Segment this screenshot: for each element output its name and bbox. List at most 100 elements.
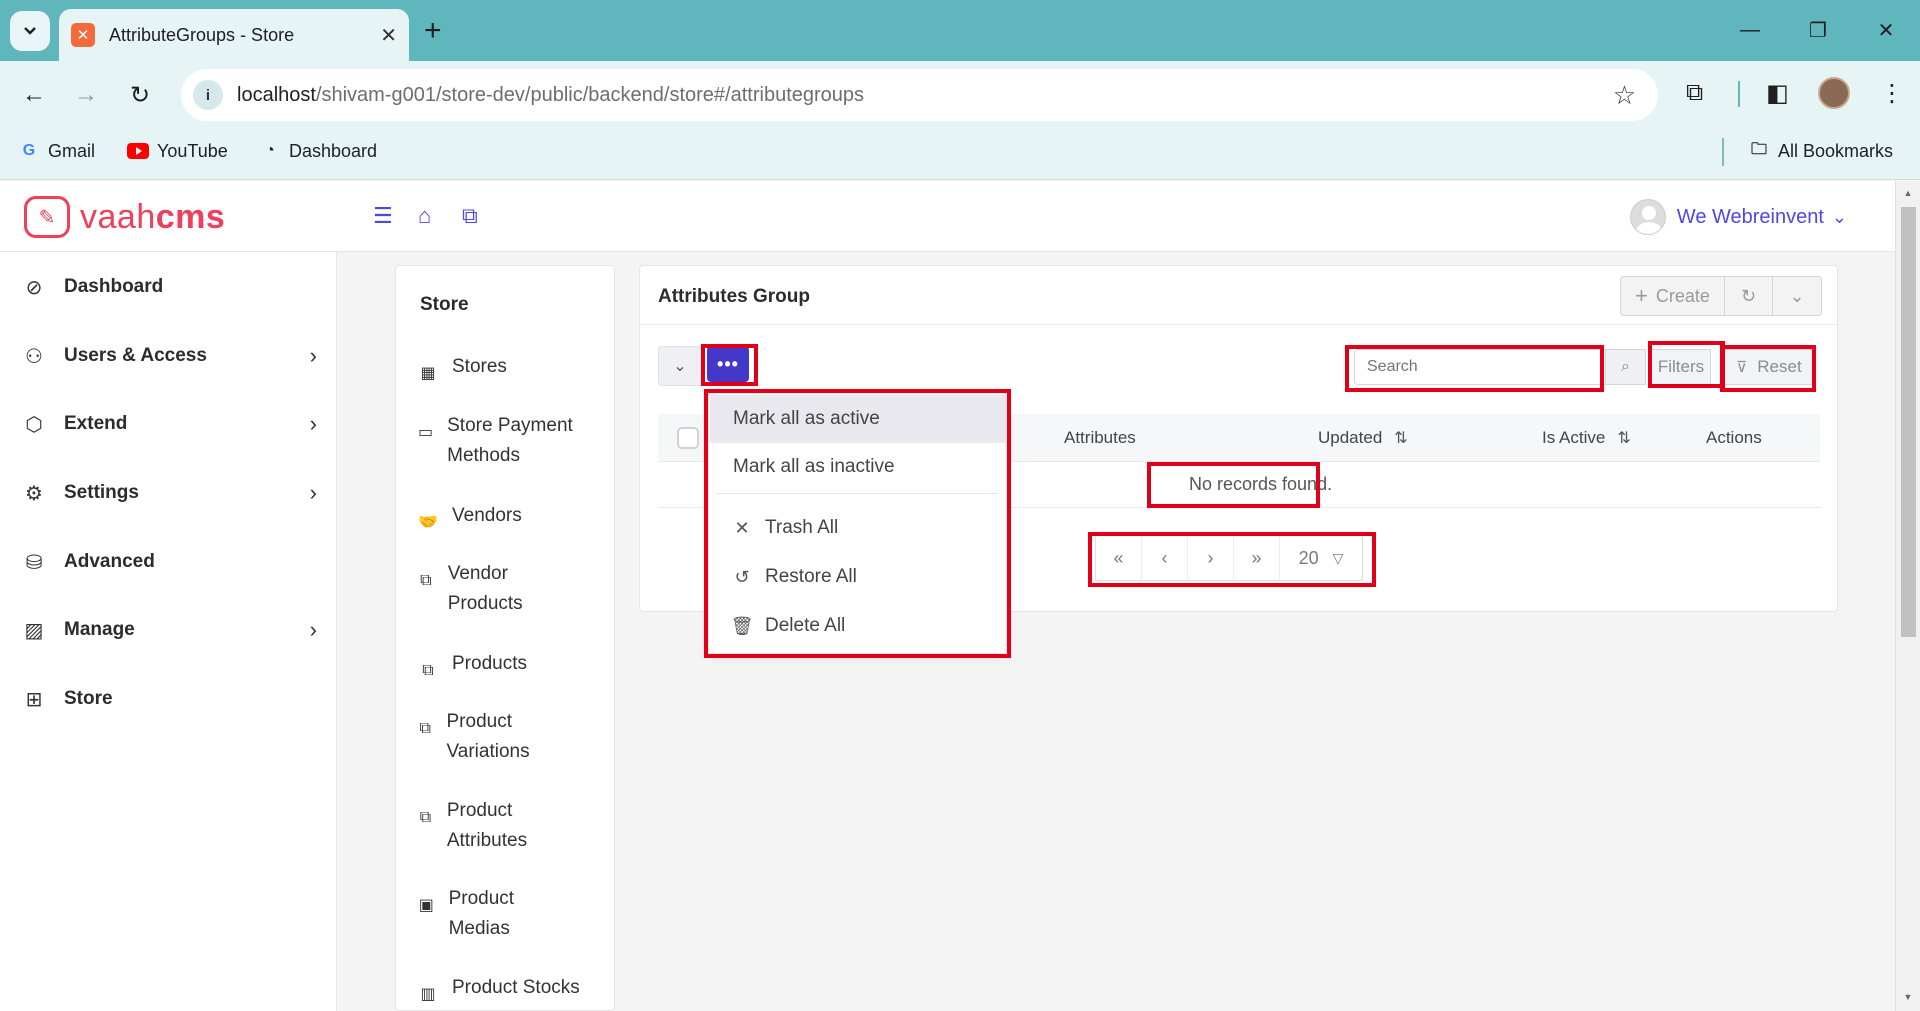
create-label: Create bbox=[1655, 285, 1710, 306]
menu-item-trash-all[interactable]: ✕ Trash All bbox=[710, 504, 1007, 552]
store-menu-vendors[interactable]: 🤝 Vendors bbox=[418, 501, 522, 538]
store-menu-product-medias[interactable]: ▣ Product Medias bbox=[418, 884, 558, 944]
menu-item-restore-all[interactable]: ↺ Restore All bbox=[710, 553, 1007, 601]
last-page-button[interactable]: » bbox=[1234, 536, 1280, 580]
scroll-up-icon[interactable]: ▲ bbox=[1896, 183, 1920, 203]
browser-menu-icon[interactable]: ⋮ bbox=[1880, 79, 1904, 108]
browser-tabstrip: ✕ AttributeGroups - Store ✕ + — ❐ ✕ bbox=[0, 0, 1920, 61]
database-icon: ⛁ bbox=[25, 551, 43, 574]
page-scrollbar[interactable]: ▲ ▼ bbox=[1895, 181, 1920, 1011]
minimize-icon[interactable]: — bbox=[1716, 0, 1784, 61]
menu-toggle-icon[interactable]: ☰ bbox=[373, 203, 393, 229]
double-chevron-left-icon: « bbox=[1113, 547, 1124, 568]
sidebar-item-manage[interactable]: ▨ Manage › bbox=[22, 610, 317, 650]
store-menu-product-variations[interactable]: ⧉ Product Variations bbox=[418, 707, 558, 767]
store-menu-label: Stores bbox=[452, 356, 507, 377]
paginator: « ‹ › » 20 ▽ bbox=[1095, 535, 1363, 581]
sidebar-item-users-access[interactable]: ⚇ Users & Access › bbox=[22, 336, 317, 376]
sort-icon: ⇅ bbox=[1617, 430, 1631, 447]
google-icon: G bbox=[22, 142, 36, 159]
menu-item-mark-inactive[interactable]: Mark all as inactive bbox=[710, 443, 1007, 491]
column-updated[interactable]: Updated ⇅ bbox=[1318, 428, 1408, 448]
store-menu-vendor-products[interactable]: ⧉ Vendor Products bbox=[418, 559, 558, 619]
new-tab-icon[interactable]: + bbox=[424, 14, 442, 48]
select-all-dropdown[interactable]: ⌄ bbox=[658, 346, 702, 386]
close-tab-icon[interactable]: ✕ bbox=[380, 23, 397, 48]
vaahcms-logo[interactable]: ✎ vaahcms bbox=[24, 196, 225, 238]
profile-avatar[interactable] bbox=[1818, 77, 1850, 109]
store-menu-stores[interactable]: ▦ Stores bbox=[418, 352, 507, 389]
more-options-button[interactable]: ⌄ bbox=[1773, 277, 1821, 315]
sidebar-item-settings[interactable]: ⚙ Settings › bbox=[22, 473, 317, 513]
header-button-group: + Create ↻ ⌄ bbox=[1620, 276, 1822, 316]
bookmark-dashboard[interactable]: ◔ Dashboard bbox=[259, 140, 377, 162]
side-panel-icon[interactable]: ◧ bbox=[1766, 79, 1789, 108]
youtube-icon bbox=[127, 140, 149, 162]
store-menu-payment-methods[interactable]: ▭ Store Payment Methods bbox=[418, 411, 598, 471]
filters-button[interactable]: Filters bbox=[1651, 349, 1711, 385]
refresh-button[interactable]: ↻ bbox=[1725, 277, 1773, 315]
browser-tab[interactable]: ✕ AttributeGroups - Store ✕ bbox=[59, 9, 409, 61]
chart-bar-icon: ▥ bbox=[420, 986, 436, 1003]
home-icon[interactable]: ⌂ bbox=[418, 203, 431, 229]
chevron-down-icon: ⌄ bbox=[1831, 206, 1847, 227]
menu-separator bbox=[717, 493, 998, 494]
store-menu-label: Store Payment Methods bbox=[447, 415, 573, 466]
tab-search-button[interactable] bbox=[10, 11, 50, 51]
bookmarks-divider bbox=[1722, 138, 1724, 166]
sidebar-item-dashboard[interactable]: ⊘ Dashboard bbox=[22, 267, 317, 307]
scroll-down-icon[interactable]: ▼ bbox=[1896, 987, 1920, 1007]
sidebar-item-extend[interactable]: ⬡ Extend › bbox=[22, 404, 317, 444]
reset-button[interactable]: ⊽ Reset bbox=[1723, 349, 1815, 385]
app-header: ✎ vaahcms ☰ ⌂ ⧉ We Webreinvent ⌄ bbox=[0, 181, 1895, 252]
store-menu-product-attributes[interactable]: ⧉ Product Attributes bbox=[418, 796, 558, 856]
compass-icon: ⊘ bbox=[25, 276, 43, 299]
column-is-active[interactable]: Is Active ⇅ bbox=[1542, 428, 1631, 448]
sidebar-item-store[interactable]: ⊞ Store bbox=[22, 679, 317, 719]
forward-arrow-icon[interactable]: → bbox=[66, 75, 106, 115]
store-menu-label: Vendors bbox=[452, 505, 522, 526]
card-divider bbox=[640, 324, 1837, 325]
site-info-icon[interactable]: i bbox=[193, 80, 223, 110]
menu-item-label: Restore All bbox=[765, 566, 857, 587]
prev-page-button[interactable]: ‹ bbox=[1142, 536, 1188, 580]
reload-icon[interactable]: ↻ bbox=[120, 75, 160, 115]
first-page-button[interactable]: « bbox=[1096, 536, 1142, 580]
address-bar[interactable]: i localhost/shivam-g001/store-dev/public… bbox=[181, 69, 1658, 121]
empty-message: No records found. bbox=[1189, 474, 1333, 494]
next-page-button[interactable]: › bbox=[1188, 536, 1234, 580]
create-button[interactable]: + Create bbox=[1621, 277, 1725, 315]
menu-item-delete-all[interactable]: 🗑 Delete All bbox=[710, 602, 1007, 650]
clone-icon: ⧉ bbox=[419, 809, 432, 826]
user-menu[interactable]: We Webreinvent ⌄ bbox=[1629, 199, 1847, 235]
clone-icon: ⧉ bbox=[422, 662, 434, 679]
window-close-icon[interactable]: ✕ bbox=[1852, 0, 1920, 61]
rows-per-page-select[interactable]: 20 ▽ bbox=[1280, 536, 1362, 580]
filter-slash-icon: ⊽ bbox=[1736, 359, 1748, 376]
store-menu-products[interactable]: ⧉ Products bbox=[418, 649, 527, 686]
select-all-checkbox[interactable] bbox=[677, 427, 699, 449]
extensions-icon[interactable]: ⧉ bbox=[1686, 79, 1703, 107]
bookmark-gmail[interactable]: G Gmail bbox=[18, 140, 95, 162]
restore-icon[interactable]: ❐ bbox=[1784, 0, 1852, 61]
store-menu-product-stocks[interactable]: ▥ Product Stocks bbox=[418, 973, 579, 1010]
bookmark-label: Dashboard bbox=[289, 140, 378, 161]
menu-item-mark-active[interactable]: Mark all as active bbox=[710, 395, 1007, 443]
bookmark-youtube[interactable]: YouTube bbox=[127, 140, 228, 162]
chevron-down-icon: ⌄ bbox=[673, 358, 687, 375]
back-arrow-icon[interactable]: ← bbox=[14, 75, 54, 115]
search-button[interactable]: ⌕ bbox=[1606, 349, 1646, 385]
external-link-icon[interactable]: ⧉ bbox=[462, 203, 478, 229]
column-attributes: Attributes bbox=[1064, 428, 1136, 447]
chevron-down-icon: ⌄ bbox=[1789, 285, 1805, 306]
sidebar-item-advanced[interactable]: ⛁ Advanced bbox=[22, 542, 317, 582]
url-host: localhost bbox=[237, 83, 316, 106]
scrollbar-thumb[interactable] bbox=[1901, 207, 1916, 637]
bulk-actions-button[interactable]: ••• bbox=[707, 346, 749, 382]
store-menu-label: Product Variations bbox=[446, 711, 530, 762]
all-bookmarks[interactable]: 🗀 All Bookmarks bbox=[1748, 140, 1893, 162]
search-input[interactable] bbox=[1354, 349, 1606, 385]
bookmark-star-icon[interactable]: ☆ bbox=[1613, 80, 1636, 111]
credit-card-icon: ▭ bbox=[418, 424, 434, 441]
url-text[interactable]: localhost/shivam-g001/store-dev/public/b… bbox=[237, 84, 1613, 107]
